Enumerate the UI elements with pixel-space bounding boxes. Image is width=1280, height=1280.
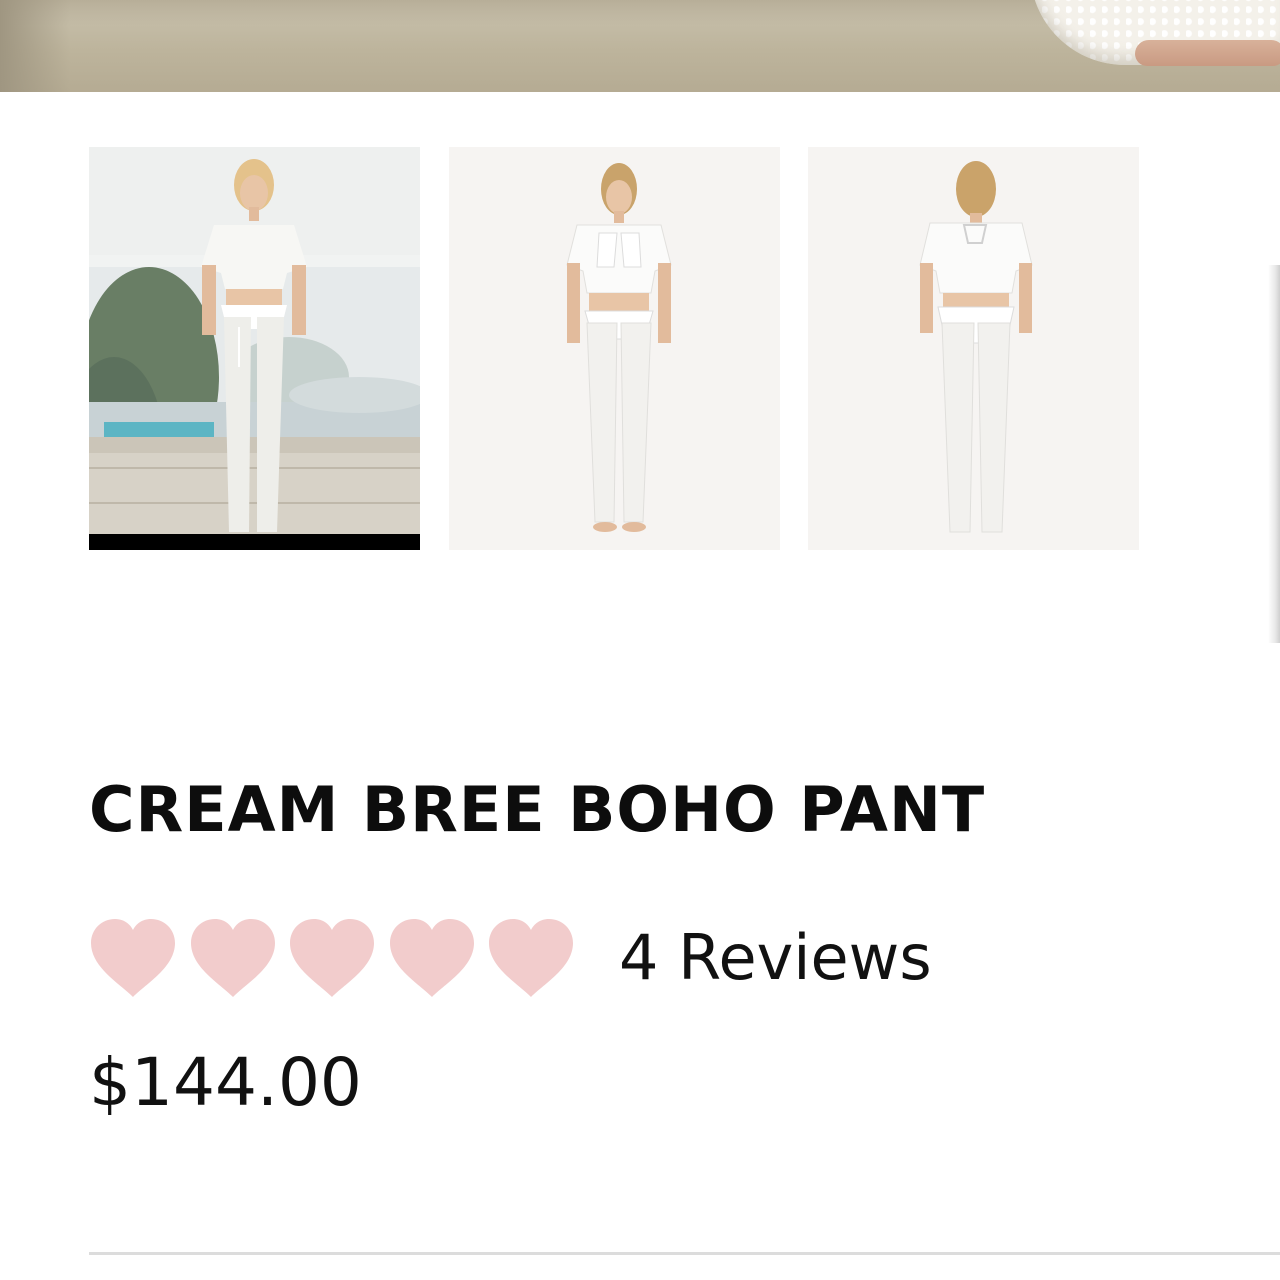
thumbnail-lifestyle[interactable] <box>89 147 420 550</box>
hero-shadow <box>0 0 70 92</box>
thumbnail-active-indicator <box>89 534 420 550</box>
thumbnail-front[interactable] <box>449 147 780 550</box>
heart-icon <box>489 919 573 997</box>
section-divider <box>89 1252 1280 1255</box>
reviews-link[interactable]: 4 Reviews <box>619 915 932 1001</box>
next-image-peek[interactable] <box>1268 265 1280 643</box>
heart-icon <box>290 919 374 997</box>
thumbnail-gallery <box>89 147 1149 550</box>
heart-icon <box>91 919 175 997</box>
hero-foot-detail <box>1135 40 1280 66</box>
heart-icon <box>190 919 275 997</box>
heart-icon <box>389 919 474 997</box>
product-title: CREAM BREE BOHO PANT <box>89 773 986 846</box>
thumbnail-back[interactable] <box>808 147 1139 550</box>
product-price: $144.00 <box>89 1044 362 1121</box>
product-rating[interactable]: 4 Reviews <box>89 915 932 1001</box>
main-product-image[interactable] <box>0 0 1280 92</box>
